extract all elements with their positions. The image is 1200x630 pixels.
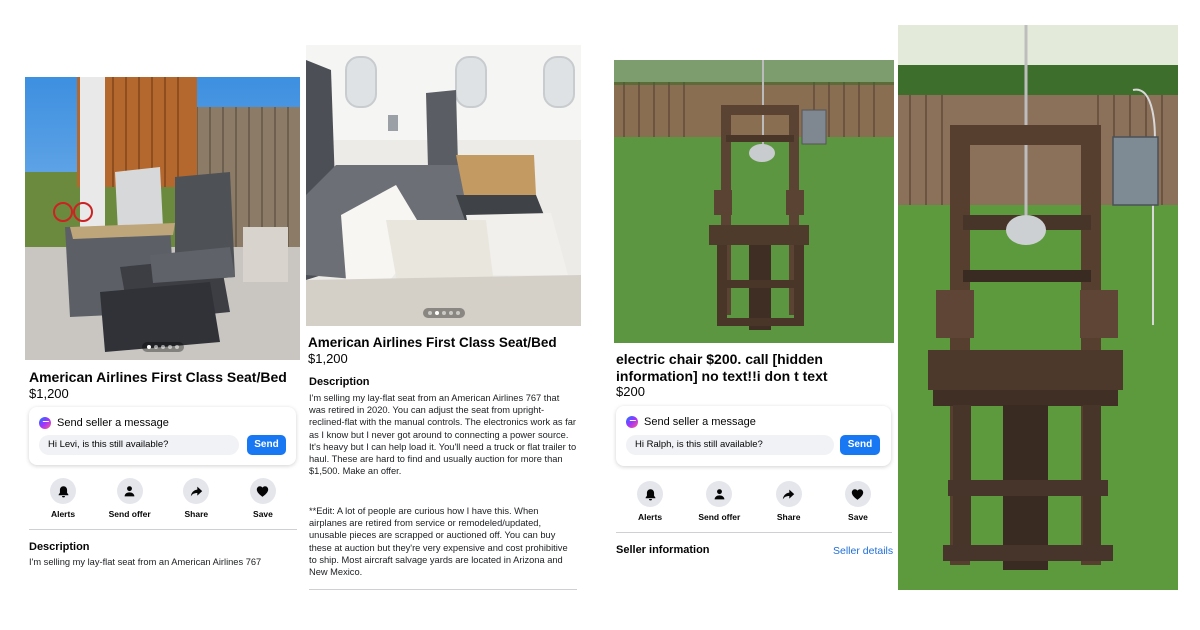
alerts-label: Alerts [637, 512, 663, 522]
listing-photo-electric-chair[interactable] [614, 60, 894, 343]
listing-title: American Airlines First Class Seat/Bed [29, 369, 287, 385]
divider [616, 532, 892, 533]
listing-price: $1,200 [29, 386, 69, 401]
message-input[interactable]: Hi Ralph, is this still available? [626, 435, 834, 455]
heart-icon [257, 485, 269, 497]
send-offer-button[interactable]: Send offer [689, 481, 749, 522]
electric-chair-closeup-photo [898, 25, 1178, 590]
listing-photo-seat-cabin[interactable] [306, 45, 581, 326]
divider [29, 529, 297, 530]
carousel-dots[interactable] [141, 342, 184, 352]
bell-icon [58, 485, 68, 497]
message-card-title: Send seller a message [644, 416, 756, 428]
bell-icon [645, 488, 655, 500]
carousel-dots[interactable] [422, 308, 465, 318]
send-offer-icon [124, 485, 135, 496]
send-offer-label: Send offer [698, 512, 741, 522]
send-offer-label: Send offer [108, 509, 151, 519]
messenger-icon [626, 416, 638, 428]
listing-price: $200 [616, 384, 645, 399]
description-preview: I'm selling my lay-flat seat from an Ame… [29, 557, 262, 567]
listing-panel-seat-1: American Airlines First Class Seat/Bed $… [25, 77, 300, 577]
description-paragraph-1: I'm selling my lay-flat seat from an Ame… [309, 393, 577, 477]
description-heading: Description [29, 541, 90, 553]
alerts-button[interactable]: Alerts [620, 481, 680, 522]
save-label: Save [253, 509, 273, 519]
listing-title: American Airlines First Class Seat/Bed [308, 335, 557, 350]
listing-panel-seat-2: American Airlines First Class Seat/Bed $… [306, 45, 581, 595]
heart-icon [852, 488, 864, 500]
save-button[interactable]: Save [233, 478, 293, 519]
save-label: Save [848, 512, 868, 522]
listing-price: $1,200 [308, 351, 348, 366]
alerts-label: Alerts [50, 509, 76, 519]
message-card: Send seller a message Hi Ralph, is this … [616, 406, 891, 466]
share-label: Share [184, 509, 209, 519]
seller-details-link[interactable]: Seller details [833, 545, 893, 557]
share-label: Share [776, 512, 801, 522]
message-card: Send seller a message Hi Levi, is this s… [29, 407, 296, 465]
message-card-header: Send seller a message [39, 417, 169, 429]
listing-title: electric chair $200. call [hidden inform… [616, 351, 828, 384]
description-heading: Description [309, 376, 370, 388]
share-icon [782, 489, 795, 499]
listing-panel-electric-chair: electric chair $200. call [hidden inform… [614, 60, 894, 560]
seller-info-heading: Seller information [616, 544, 710, 556]
action-bar: Alerts Send offer Share Save [620, 481, 888, 522]
alerts-button[interactable]: Alerts [33, 478, 93, 519]
share-button[interactable]: Share [166, 478, 226, 519]
send-offer-button[interactable]: Send offer [100, 478, 160, 519]
message-input[interactable]: Hi Levi, is this still available? [39, 435, 239, 455]
save-button[interactable]: Save [828, 481, 888, 522]
message-card-header: Send seller a message [626, 416, 756, 428]
divider [309, 589, 577, 590]
send-button[interactable]: Send [840, 435, 880, 455]
share-button[interactable]: Share [759, 481, 819, 522]
messenger-icon [39, 417, 51, 429]
send-offer-icon [714, 488, 725, 499]
message-card-title: Send seller a message [57, 417, 169, 429]
share-icon [190, 486, 202, 496]
description-paragraph-2: **Edit: A lot of people are curious how … [309, 506, 568, 578]
listing-photo-seat-backyard[interactable] [25, 77, 300, 360]
send-button[interactable]: Send [247, 435, 286, 455]
action-bar: Alerts Send offer Share Save [33, 478, 293, 519]
